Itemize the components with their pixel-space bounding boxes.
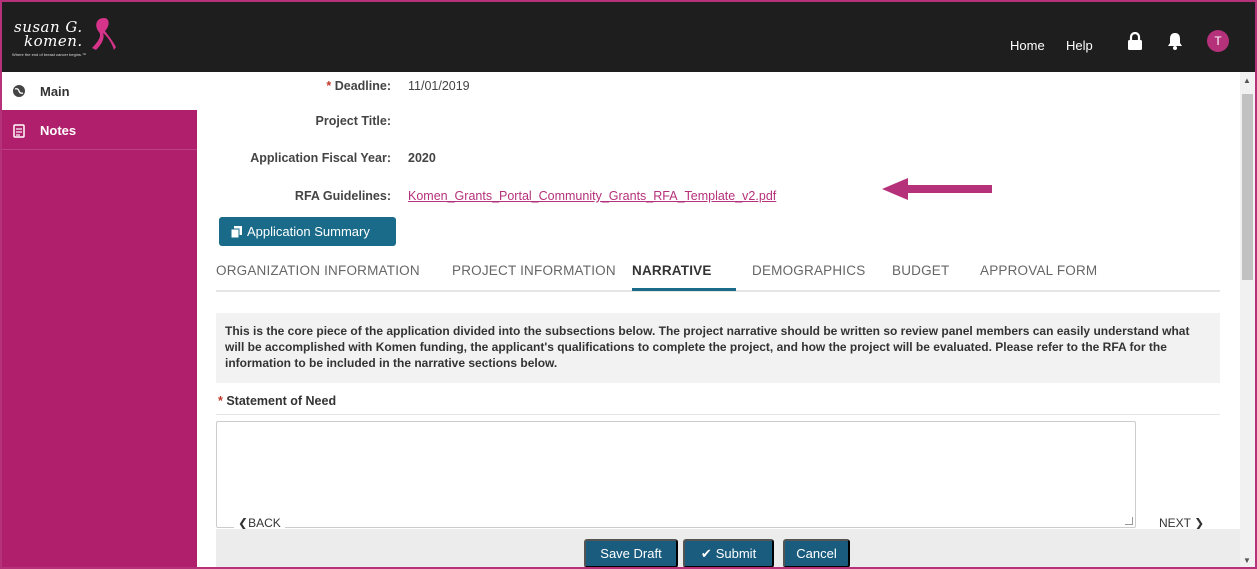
- copy-document-icon: [231, 225, 242, 238]
- app-window: susan G. komen. Where the end of breast …: [0, 0, 1257, 569]
- tab-demographics[interactable]: DEMOGRAPHICS: [752, 263, 865, 278]
- save-draft-button[interactable]: Save Draft: [584, 539, 678, 567]
- rfa-guidelines-label: RFA Guidelines:: [294, 189, 391, 203]
- scroll-thumb[interactable]: [1242, 94, 1253, 280]
- komen-logo[interactable]: susan G. komen. Where the end of breast …: [10, 16, 120, 58]
- sidebar-item-notes[interactable]: Notes: [2, 112, 197, 150]
- ribbon-icon: [92, 18, 116, 50]
- sidebar-item-label: Notes: [40, 123, 77, 138]
- active-tab-indicator: [632, 288, 736, 291]
- resize-handle-icon[interactable]: [1125, 517, 1133, 525]
- sidebar-item-label: Main: [40, 83, 70, 99]
- cancel-button[interactable]: Cancel: [783, 539, 850, 567]
- back-button[interactable]: ❮BACK: [234, 516, 285, 530]
- tab-project-information[interactable]: PROJECT INFORMATION: [452, 263, 616, 278]
- bell-icon[interactable]: [1166, 32, 1184, 50]
- sidebar: Main Notes: [2, 72, 197, 567]
- sidebar-item-main[interactable]: Main: [2, 72, 197, 110]
- main-content: * Deadline: 11/01/2019 Project Title: Ap…: [197, 72, 1240, 567]
- statement-of-need-label: * Statement of Need: [218, 394, 337, 408]
- vertical-scrollbar[interactable]: ▲ ▼: [1240, 72, 1255, 567]
- divider: [216, 414, 1220, 415]
- top-bar: susan G. komen. Where the end of breast …: [2, 2, 1255, 72]
- document-icon: [13, 123, 25, 138]
- deadline-value: 11/01/2019: [408, 79, 470, 93]
- help-link[interactable]: Help: [1066, 38, 1093, 53]
- statement-of-need-textarea[interactable]: [216, 421, 1136, 528]
- chevron-left-icon: ❮: [238, 516, 249, 530]
- action-footer: Save Draft ✔ Submit Cancel: [216, 529, 1240, 567]
- tab-narrative[interactable]: NARRATIVE: [632, 263, 712, 278]
- rfa-guidelines-link[interactable]: Komen_Grants_Portal_Community_Grants_RFA…: [408, 189, 776, 203]
- narrative-intro-text: This is the core piece of the applicatio…: [216, 313, 1220, 383]
- fiscal-year-value: 2020: [408, 151, 436, 165]
- application-summary-button[interactable]: Application Summary: [219, 217, 396, 246]
- logo-line-2: komen.: [24, 32, 83, 50]
- tab-bar: ORGANIZATION INFORMATION PROJECT INFORMA…: [216, 254, 1220, 292]
- arrow-annotation-icon: [882, 178, 992, 200]
- deadline-label: * Deadline:: [326, 79, 391, 93]
- submit-button[interactable]: ✔ Submit: [683, 539, 774, 567]
- fiscal-year-label: Application Fiscal Year:: [250, 151, 391, 165]
- scroll-down-arrow-icon[interactable]: ▼: [1243, 556, 1251, 565]
- tab-approval-form[interactable]: APPROVAL FORM: [980, 263, 1097, 278]
- logo-tagline: Where the end of breast cancer begins.™: [12, 52, 87, 57]
- lock-icon[interactable]: [1127, 32, 1143, 50]
- user-avatar[interactable]: T: [1207, 30, 1229, 52]
- tab-organization-information[interactable]: ORGANIZATION INFORMATION: [216, 263, 420, 278]
- next-button[interactable]: NEXT ❯: [1159, 516, 1204, 530]
- globe-icon: [13, 85, 25, 97]
- project-title-label: Project Title:: [315, 114, 391, 128]
- chevron-right-icon: ❯: [1194, 516, 1205, 530]
- application-summary-label: Application Summary: [247, 224, 370, 239]
- tab-budget[interactable]: BUDGET: [892, 263, 949, 278]
- check-icon: ✔: [700, 545, 712, 561]
- home-link[interactable]: Home: [1010, 38, 1045, 53]
- scroll-up-arrow-icon[interactable]: ▲: [1243, 76, 1251, 85]
